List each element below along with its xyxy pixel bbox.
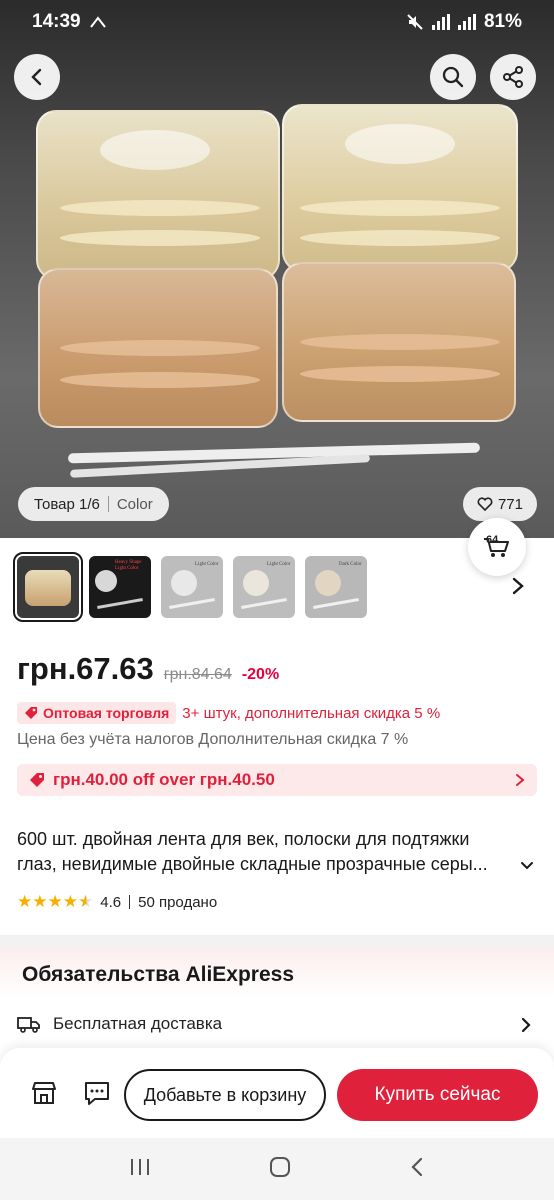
chat-icon [85,1082,109,1105]
status-bar: 14:39 81% [0,0,554,44]
thumbnail[interactable] [13,552,83,622]
sold-count: 50 продано [138,893,218,911]
tape-strip [300,366,500,382]
tag-icon [25,707,37,719]
star-icon: ★ [47,892,63,911]
jar-lid-center [345,124,455,164]
tape-strip [60,200,260,216]
star-icon: ★ [32,892,47,911]
commitments-title: Обязательства AliExpress [22,963,295,986]
signal-icon [457,14,476,30]
image-filter-label: Color [116,495,153,513]
wholesale-text: 3+ штук, дополнительная скидка 5 % [182,704,441,722]
thumbnail[interactable]: Light Color [161,556,223,618]
wholesale-row: Оптовая торговля 3+ штук, дополнительная… [17,702,440,724]
thumbnail[interactable]: Dark Color [305,556,367,618]
star-half-icon: ★ [78,892,93,911]
signal-icon [431,14,450,30]
wholesale-badge-label: Оптовая торговля [43,705,170,721]
thumbnail-caption: Light Color [195,562,219,567]
star-icon: ★ [62,892,78,911]
product-title-line: глаз, невидимые двойные складные прозрач… [17,854,488,874]
bottom-action-bar: Добавьте в корзину Купить сейчас [0,1048,554,1138]
back-nav-button[interactable] [409,1156,425,1183]
jar-lid-center [100,130,210,170]
rating-divider [129,895,131,909]
recent-apps-button[interactable] [129,1157,151,1182]
chevron-left-icon [31,68,42,86]
cart-float-button[interactable]: 64 [468,518,526,576]
share-button[interactable] [490,54,536,100]
delivery-chevron[interactable] [520,1017,532,1038]
store-button[interactable] [29,1078,59,1108]
buy-now-button[interactable]: Купить сейчас [337,1069,538,1121]
home-icon [269,1156,290,1177]
thumbnail-caption: Light Color [267,562,291,567]
thumbnail-strip: Heavy Shape Light Color Light Color Ligh… [13,552,367,622]
tax-note: Цена без учёта налогов Дополнительная ск… [17,731,409,748]
truck-icon [17,1017,40,1033]
chevron-right-icon [516,774,525,786]
tape-strip [60,340,260,356]
discount-badge: -20% [241,666,280,683]
free-delivery-label: Бесплатная доставка [53,1014,223,1033]
rating-row[interactable]: ★ ★ ★ ★ ★ 4.6 50 продано [17,892,217,912]
tape-strip [300,230,500,246]
rating-score: 4.6 [100,893,122,911]
expand-title-button[interactable] [520,858,534,876]
notification-icon [89,16,106,28]
price-row: грн.67.63 грн.84.64 -20% [17,651,279,687]
star-rating: ★ ★ ★ ★ ★ [17,892,93,912]
free-delivery-row[interactable]: Бесплатная доставка [17,1014,537,1034]
heart-icon [477,497,493,511]
battery-level: 81% [483,11,522,32]
image-counter: Товар 1/6 [34,495,100,513]
likes-count: 771 [497,495,523,513]
coupon-tag-icon [30,773,44,787]
pill-divider [107,496,109,512]
image-variant-pill[interactable]: Товар 1/6 Color [18,487,169,521]
mute-icon [407,14,423,30]
product-image-gallery[interactable]: 14:39 81% Товар 1/6 Color 771 [0,0,554,538]
system-nav-bar [0,1138,554,1200]
cart-count-badge: 64 [486,534,499,546]
thumbnail[interactable]: Light Color [233,556,295,618]
back-button[interactable] [14,54,60,100]
chevron-right-icon [521,1017,531,1033]
star-icon: ★ [17,892,32,911]
status-time: 14:39 [32,11,81,32]
tape-strip [60,230,260,246]
recent-apps-icon [130,1158,149,1175]
store-icon [32,1082,56,1104]
product-title-line: 600 шт. двойная лента для век, полоски д… [17,829,470,849]
back-icon [411,1157,423,1176]
home-button[interactable] [268,1155,292,1184]
wholesale-badge: Оптовая торговля [17,702,177,724]
thumbnail[interactable]: Heavy Shape Light Color [89,556,151,618]
original-price: грн.84.64 [163,666,232,683]
share-icon [503,66,523,88]
chevron-down-icon [521,862,533,870]
tape-strip [300,200,500,216]
thumbnails-next-button[interactable] [510,576,526,601]
section-divider [0,935,554,949]
chevron-right-icon [512,577,524,595]
thumbnail-caption: Heavy Shape Light Color [115,560,142,571]
thumbnail-caption: Dark Color [339,562,362,567]
tape-strip [60,372,260,388]
add-to-cart-button[interactable]: Добавьте в корзину [124,1069,326,1121]
tape-strip [300,334,500,350]
current-price: грн.67.63 [17,651,154,686]
wishlist-count-pill[interactable]: 771 [462,487,537,521]
product-title[interactable]: 600 шт. двойная лента для век, полоски д… [17,827,537,877]
chat-button[interactable] [82,1078,112,1108]
search-button[interactable] [430,54,476,100]
coupon-banner[interactable]: грн.40.00 off over грн.40.50 [17,764,537,796]
coupon-text: грн.40.00 off over грн.40.50 [53,770,275,789]
search-icon [442,66,464,88]
